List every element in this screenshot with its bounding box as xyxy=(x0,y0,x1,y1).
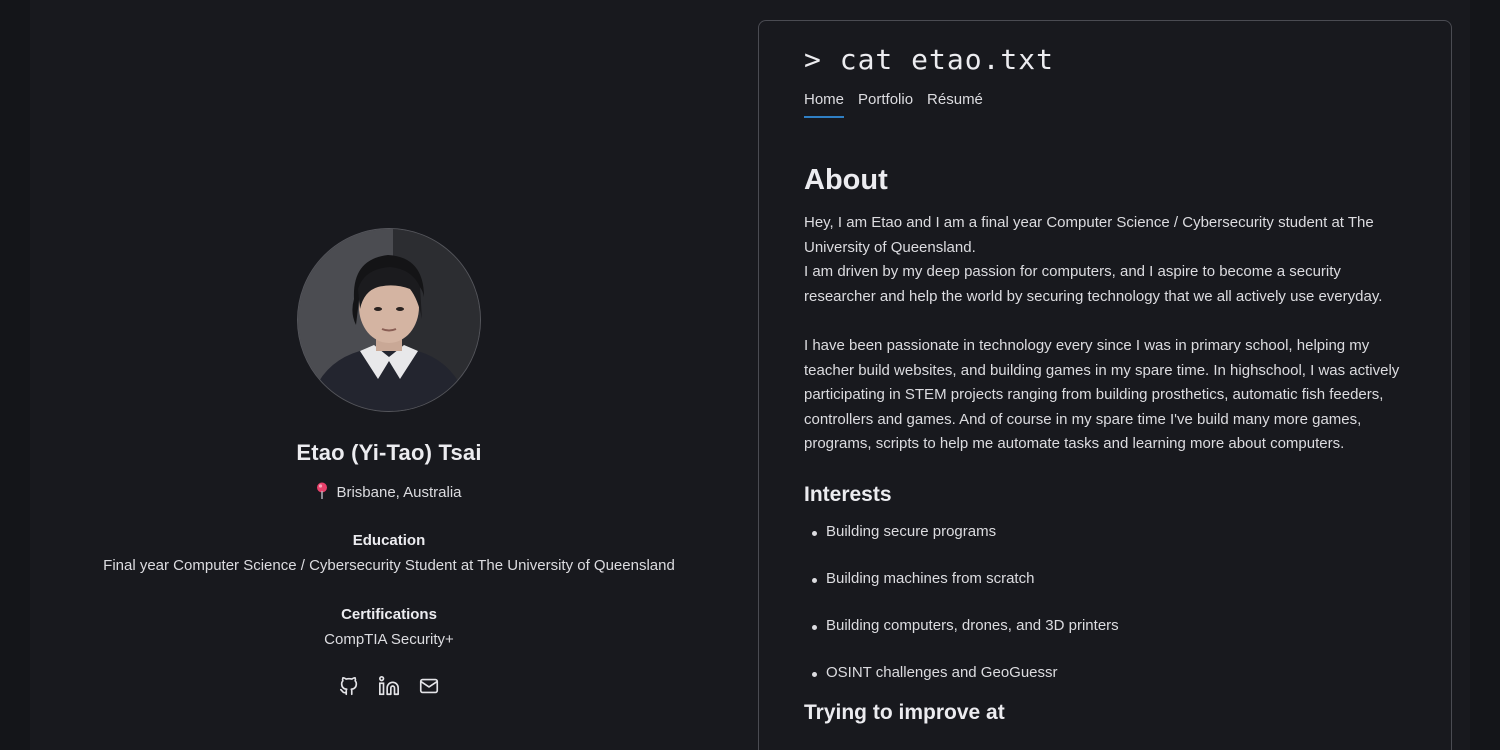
content-card: > cat etao.txt Home Portfolio Résumé Abo… xyxy=(758,20,1452,750)
tab-portfolio[interactable]: Portfolio xyxy=(858,91,913,118)
main-content: About Hey, I am Etao and I am a final ye… xyxy=(804,161,1414,725)
certifications-heading: Certifications xyxy=(341,606,437,623)
mail-icon[interactable] xyxy=(418,675,440,697)
list-item: Building machines from scratch xyxy=(804,570,1414,617)
linkedin-icon[interactable] xyxy=(378,675,400,697)
page: Etao (Yi-Tao) Tsai Brisbane, Australia E… xyxy=(0,0,1500,750)
location-pin-icon xyxy=(317,482,328,499)
location-text: Brisbane, Australia xyxy=(336,484,462,501)
interests-heading: Interests xyxy=(804,482,892,506)
profile-name: Etao (Yi-Tao) Tsai xyxy=(296,440,482,465)
avatar xyxy=(297,228,481,412)
education-value: Final year Computer Science / Cybersecur… xyxy=(103,557,675,574)
certifications-value: CompTIA Security+ xyxy=(324,631,454,648)
interests-list: Building secure programs Building machin… xyxy=(804,523,1414,711)
about-line-1: Hey, I am Etao and I am a final year Com… xyxy=(804,214,1374,256)
tab-home[interactable]: Home xyxy=(804,91,845,118)
tab-resume[interactable]: Résumé xyxy=(927,91,983,118)
list-item: Building computers, drones, and 3D print… xyxy=(804,617,1414,664)
nav-tabs: Home Portfolio Résumé xyxy=(804,91,983,118)
github-icon[interactable] xyxy=(338,675,360,697)
education-heading: Education xyxy=(352,532,426,549)
profile-panel: Etao (Yi-Tao) Tsai Brisbane, Australia E… xyxy=(30,0,748,750)
left-gutter xyxy=(0,0,30,750)
about-line-2: I am driven by my deep passion for compu… xyxy=(804,263,1383,305)
about-heading: About xyxy=(804,164,888,196)
social-links xyxy=(30,675,748,697)
about-paragraph-1: Hey, I am Etao and I am a final year Com… xyxy=(804,211,1414,309)
terminal-title: > cat etao.txt xyxy=(804,43,1055,76)
about-paragraph-2: I have been passionate in technology eve… xyxy=(804,336,1400,453)
avatar-photo xyxy=(298,229,480,411)
right-gutter xyxy=(1470,0,1500,750)
list-item: OSINT challenges and GeoGuessr xyxy=(804,664,1414,711)
list-item: Building secure programs xyxy=(804,523,1414,570)
profile-location: Brisbane, Australia xyxy=(30,482,748,501)
